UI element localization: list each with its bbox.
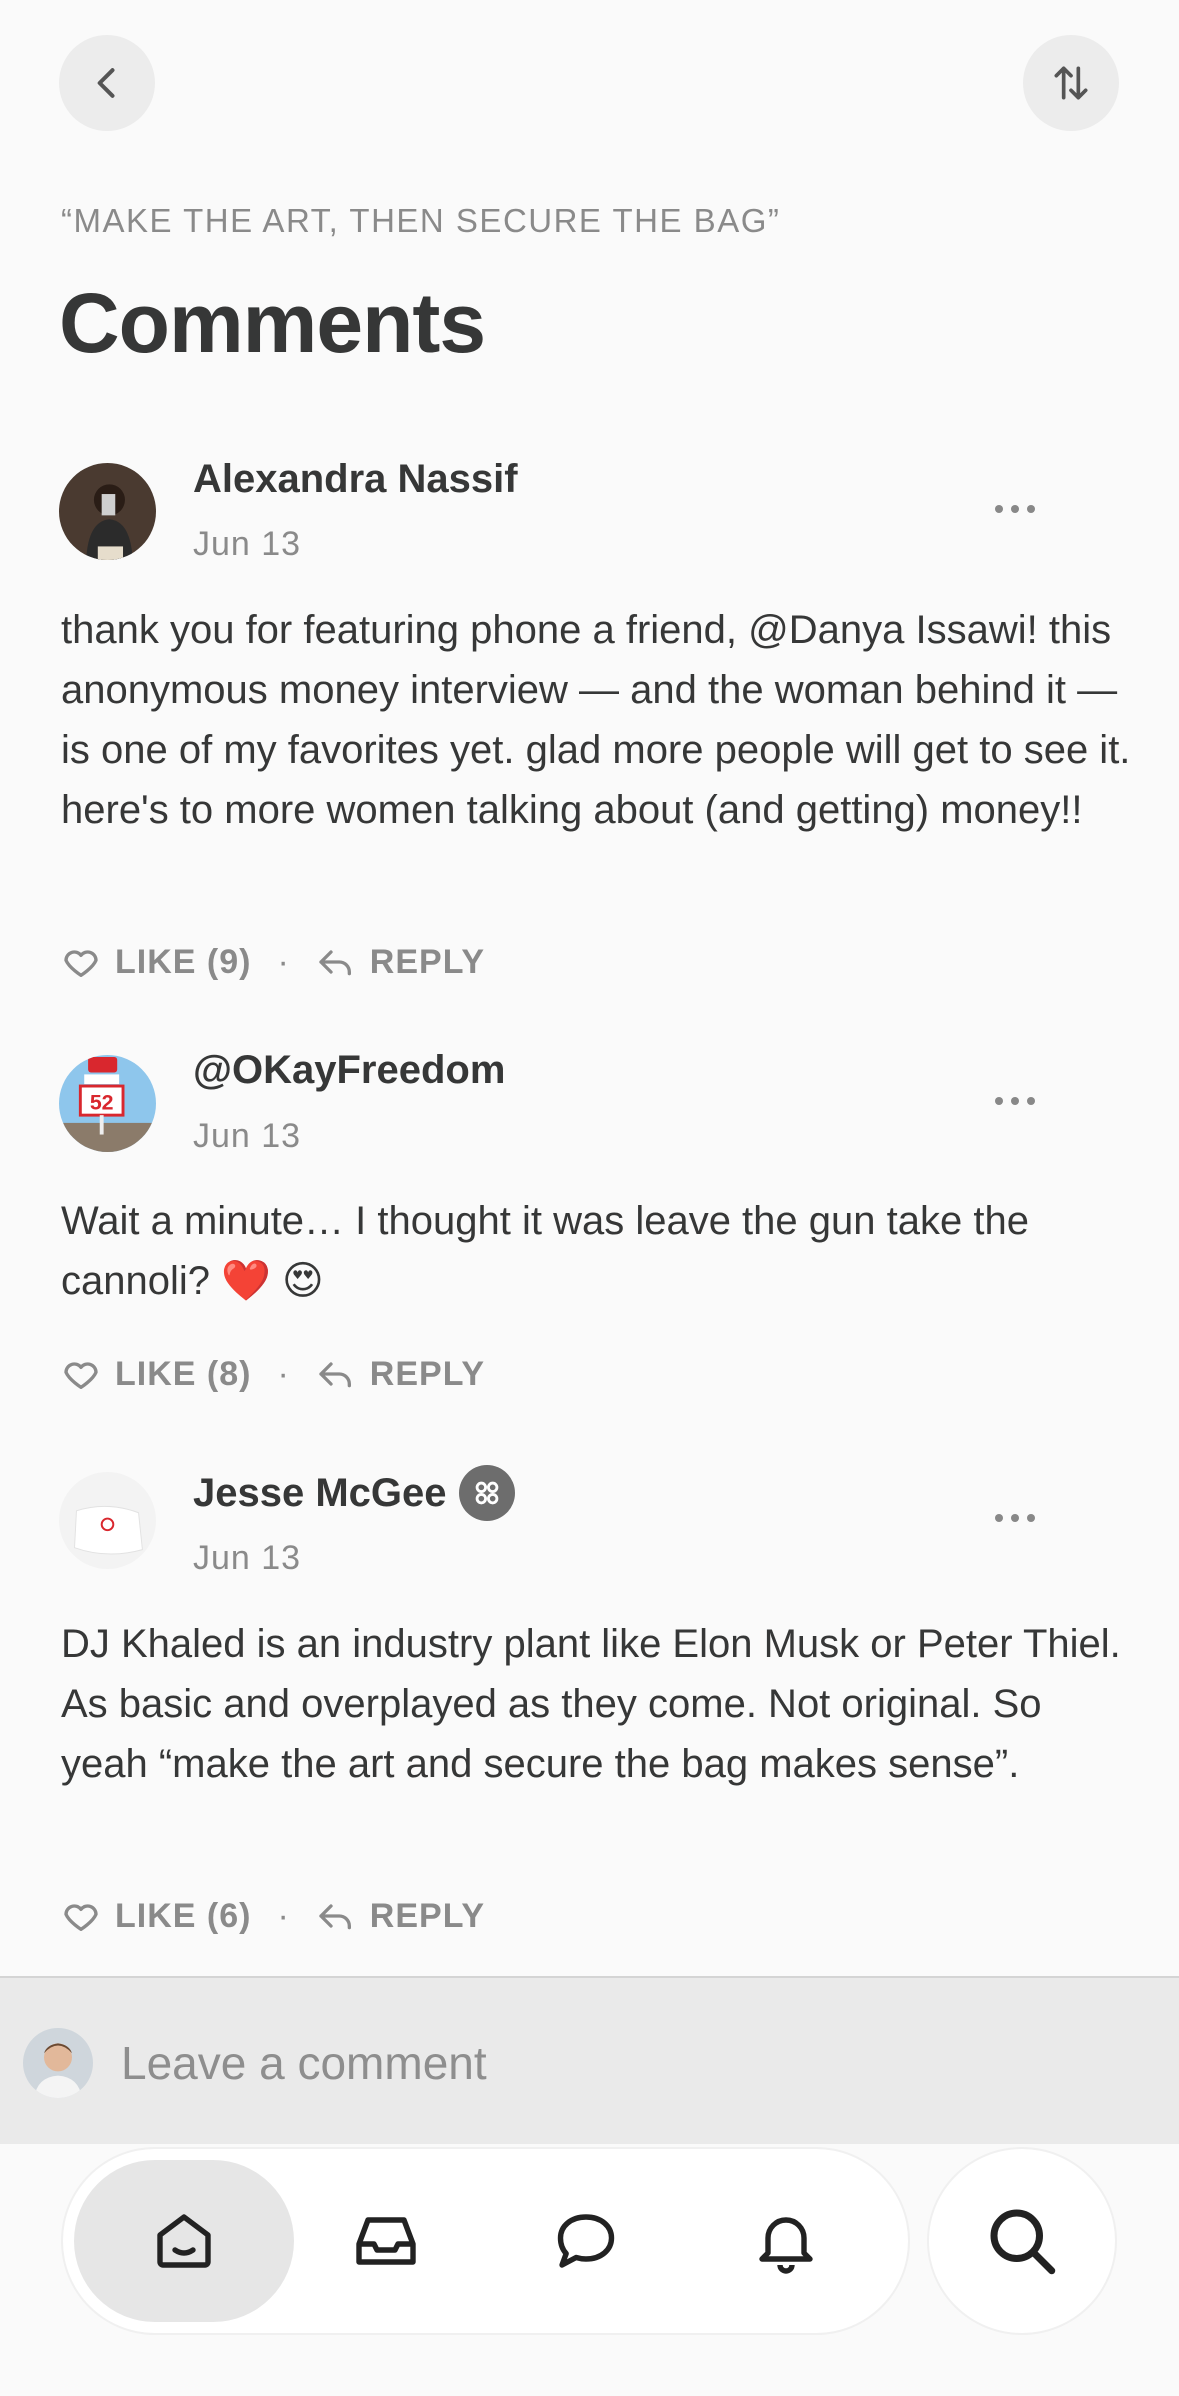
bell-icon — [759, 2217, 813, 2274]
avatar[interactable]: 52 — [59, 1055, 156, 1152]
comment-actions: LIKE (6) · REPLY — [61, 1896, 485, 1936]
comment-composer[interactable]: Leave a comment — [0, 1976, 1179, 2144]
avatar[interactable] — [59, 463, 156, 560]
comment-date: Jun 13 — [193, 525, 302, 563]
comment-date: Jun 13 — [193, 1539, 302, 1577]
reply-button[interactable]: REPLY — [370, 1897, 485, 1936]
heart-icon[interactable] — [61, 1896, 101, 1936]
comment-text: DJ Khaled is an industry plant like Elon… — [61, 1622, 1121, 1786]
tab-bar — [63, 2149, 908, 2333]
tab-notifications[interactable] — [676, 2160, 896, 2322]
heart-icon[interactable] — [61, 942, 101, 982]
reply-button[interactable]: REPLY — [370, 1355, 485, 1394]
avatar[interactable] — [59, 1472, 156, 1569]
comment-author[interactable]: Jesse McGee — [193, 1471, 447, 1516]
heart-icon[interactable] — [61, 1354, 101, 1394]
search-button[interactable] — [929, 2149, 1115, 2333]
svg-text:52: 52 — [90, 1090, 114, 1114]
comment-actions: LIKE (9) · REPLY — [61, 942, 485, 982]
badge-icon — [458, 1465, 515, 1521]
reply-icon[interactable] — [316, 1896, 356, 1936]
comment-author[interactable]: Alexandra Nassif — [193, 457, 518, 502]
comment-author-row: Jesse McGee — [193, 1465, 515, 1521]
comment-author[interactable]: @OKayFreedom — [193, 1048, 505, 1093]
chat-icon — [557, 2214, 615, 2268]
more-options-icon[interactable] — [995, 1097, 1035, 1109]
page-title: Comments — [59, 276, 486, 370]
chevron-left-icon — [97, 68, 115, 98]
more-options-icon[interactable] — [995, 1514, 1035, 1526]
like-button[interactable]: LIKE (9) — [115, 943, 251, 982]
comment-text: Wait a minute… I thought it was leave th… — [61, 1199, 1029, 1303]
reply-button[interactable]: REPLY — [370, 943, 485, 982]
tab-inbox[interactable] — [276, 2160, 496, 2322]
search-icon — [990, 2209, 1056, 2275]
inbox-icon — [356, 2217, 416, 2265]
like-button[interactable]: LIKE (8) — [115, 1355, 251, 1394]
separator: · — [277, 1896, 290, 1935]
reply-icon[interactable] — [316, 942, 356, 982]
tab-chat[interactable] — [476, 2160, 696, 2322]
current-user-avatar — [23, 2028, 93, 2098]
more-options-icon[interactable] — [995, 505, 1035, 517]
post-title: “MAKE THE ART, THEN SECURE THE BAG” — [61, 202, 781, 239]
sort-button[interactable] — [1023, 35, 1119, 131]
back-button[interactable] — [59, 35, 155, 131]
reply-icon[interactable] — [316, 1354, 356, 1394]
sort-arrows-icon — [1054, 66, 1088, 100]
separator: · — [277, 942, 290, 981]
comment-date: Jun 13 — [193, 1117, 302, 1155]
comment-input[interactable]: Leave a comment — [121, 2036, 487, 2090]
comment-actions: LIKE (8) · REPLY — [61, 1354, 485, 1394]
home-icon — [157, 2214, 211, 2268]
like-button[interactable]: LIKE (6) — [115, 1897, 251, 1936]
comment-text: thank you for featuring phone a friend, … — [61, 608, 1131, 832]
tab-home[interactable] — [74, 2160, 294, 2322]
separator: · — [277, 1354, 290, 1393]
